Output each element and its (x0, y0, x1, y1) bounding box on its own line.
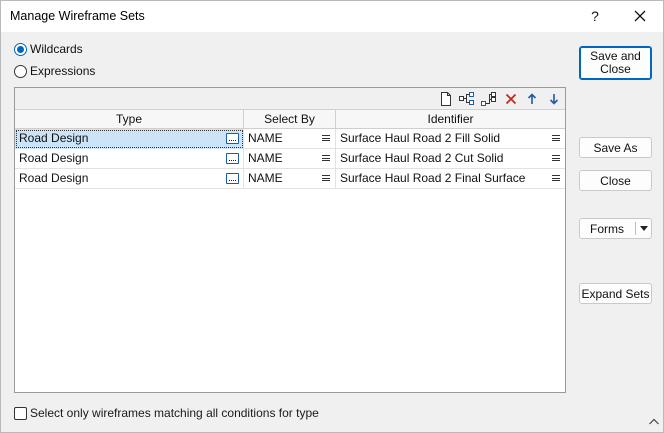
column-header-type[interactable]: Type (15, 110, 244, 129)
move-up-icon (527, 93, 537, 104)
expand-sets-label: Expand Sets (581, 286, 650, 301)
radio-wildcards-label: Wildcards (30, 42, 83, 56)
delete-icon (505, 93, 517, 105)
new-page-icon (441, 92, 451, 106)
delete-row-button[interactable] (502, 90, 520, 108)
grid-header: Type Select By Identifier (15, 110, 565, 129)
column-header-select-by[interactable]: Select By (244, 110, 336, 129)
new-row-button[interactable] (437, 90, 455, 108)
select-by-cell[interactable]: NAME (244, 169, 336, 189)
type-value: Road Design (19, 171, 89, 185)
list-icon[interactable] (322, 175, 330, 183)
move-down-button[interactable] (545, 90, 563, 108)
match-all-checkbox[interactable] (14, 406, 27, 420)
forms-divider (635, 222, 636, 235)
forms-button[interactable]: Forms (579, 218, 652, 239)
select-by-value: NAME (248, 151, 283, 165)
close-icon (634, 10, 646, 22)
expand-sets-button[interactable]: Expand Sets (579, 283, 652, 304)
radio-expressions-indicator[interactable] (14, 64, 27, 78)
select-by-cell[interactable]: NAME (244, 129, 336, 149)
identifier-cell[interactable]: Surface Haul Road 2 Cut Solid (336, 149, 565, 169)
identifier-value: Surface Haul Road 2 Cut Solid (340, 151, 504, 165)
list-icon[interactable] (322, 135, 330, 143)
radio-wildcards[interactable]: Wildcards (14, 42, 83, 56)
list-icon[interactable] (322, 155, 330, 163)
identifier-cell[interactable]: Surface Haul Road 2 Fill Solid (336, 129, 565, 149)
radio-wildcards-indicator[interactable] (14, 42, 27, 56)
select-by-value: NAME (248, 171, 283, 185)
chevron-up-icon[interactable] (648, 417, 660, 427)
select-by-value: NAME (248, 131, 283, 145)
identifier-value: Surface Haul Road 2 Fill Solid (340, 131, 501, 145)
wireframe-sets-grid: Type Select By Identifier Road Design NA… (14, 87, 566, 393)
close-button[interactable]: Close (579, 170, 652, 191)
identifier-value: Surface Haul Road 2 Final Surface (340, 171, 526, 185)
browse-icon[interactable] (226, 153, 239, 164)
match-all-label: Select only wireframes matching all cond… (30, 406, 319, 420)
save-and-close-button[interactable]: Save and Close (579, 46, 652, 80)
save-as-label: Save As (593, 140, 638, 155)
close-window-button[interactable] (627, 5, 653, 27)
type-cell[interactable]: Road Design (15, 129, 244, 149)
insert-row-button[interactable] (480, 90, 498, 108)
select-by-cell[interactable]: NAME (244, 149, 336, 169)
type-value: Road Design (19, 131, 89, 145)
type-cell[interactable]: Road Design (15, 169, 244, 189)
list-icon[interactable] (552, 175, 560, 183)
list-icon[interactable] (552, 155, 560, 163)
radio-expressions-label: Expressions (30, 64, 96, 78)
table-row[interactable]: Road Design NAME Surface Haul Road 2 Fin… (15, 169, 565, 189)
help-button[interactable]: ? (582, 5, 608, 27)
dialog-window: Manage Wireframe Sets ? Wildcards Expres… (0, 0, 664, 433)
column-header-identifier[interactable]: Identifier (336, 110, 565, 129)
match-all-conditions-option[interactable]: Select only wireframes matching all cond… (14, 406, 319, 420)
tree-insert-icon (481, 92, 496, 106)
type-value: Road Design (19, 151, 89, 165)
table-row[interactable]: Road Design NAME Surface Haul Road 2 Fil… (15, 129, 565, 149)
browse-icon[interactable] (226, 173, 239, 184)
title-bar: Manage Wireframe Sets ? (1, 1, 663, 32)
forms-label: Forms (590, 221, 624, 236)
radio-expressions[interactable]: Expressions (14, 64, 95, 78)
save-and-close-label-line2: Close (600, 62, 631, 76)
close-label: Close (600, 173, 631, 188)
move-up-button[interactable] (523, 90, 541, 108)
browse-icon[interactable] (226, 133, 239, 144)
move-down-icon (549, 94, 559, 105)
list-icon[interactable] (552, 135, 560, 143)
table-row[interactable]: Road Design NAME Surface Haul Road 2 Cut… (15, 149, 565, 169)
add-child-button[interactable] (458, 90, 476, 108)
grid-toolbar (15, 88, 565, 110)
chevron-down-icon[interactable] (640, 226, 648, 231)
window-title: Manage Wireframe Sets (10, 9, 145, 23)
identifier-cell[interactable]: Surface Haul Road 2 Final Surface (336, 169, 565, 189)
save-as-button[interactable]: Save As (579, 137, 652, 158)
tree-icon (459, 92, 474, 105)
type-cell[interactable]: Road Design (15, 149, 244, 169)
